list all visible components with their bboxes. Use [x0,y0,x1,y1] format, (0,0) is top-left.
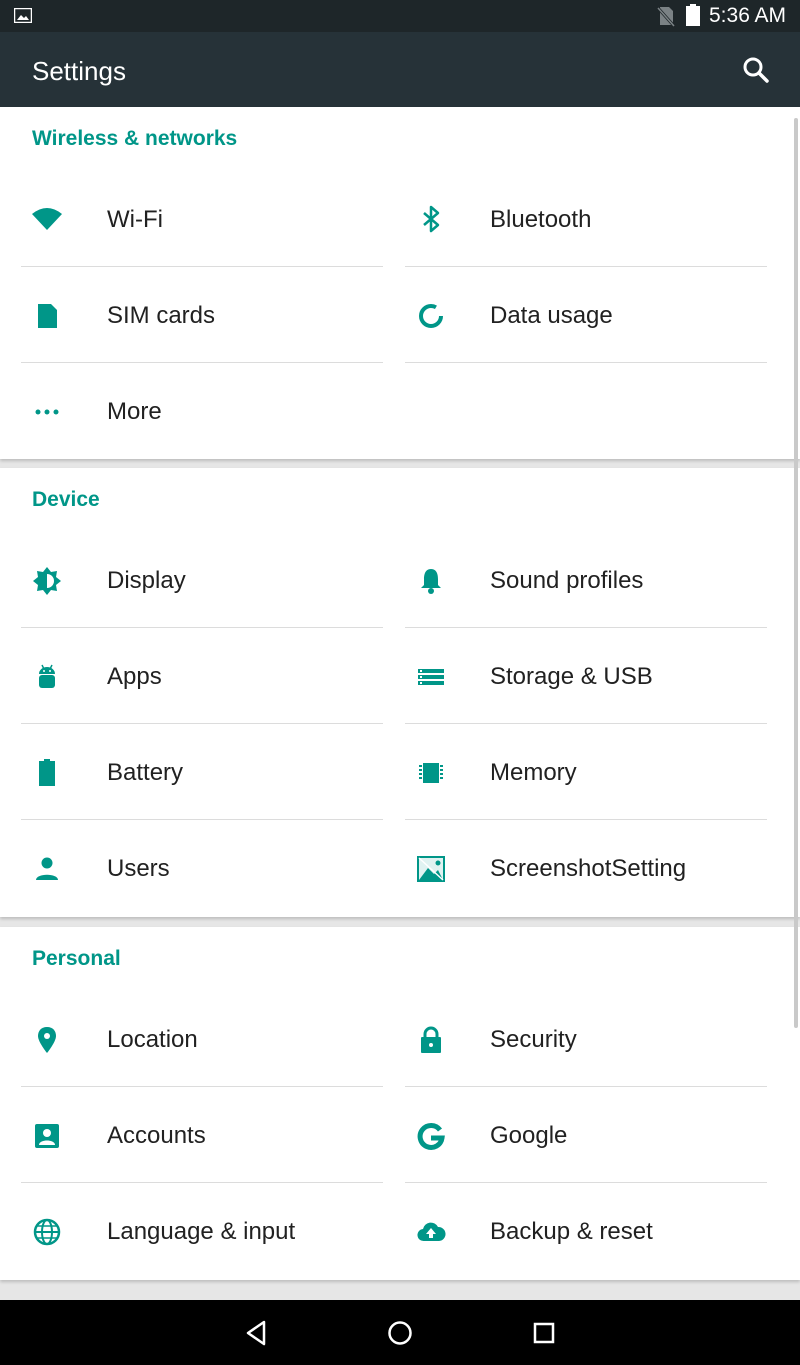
settings-screen: 5:36 AM Settings Wireless & networks Wi-… [0,0,800,1365]
battery-icon [39,759,55,786]
google-g-icon [417,1122,445,1150]
bell-icon [421,569,441,594]
bluetooth-icon [423,205,440,233]
setting-security[interactable]: Security [384,991,768,1087]
section-title: Wireless & networks [32,127,238,150]
setting-label: Security [490,1026,577,1053]
app-toolbar: Settings [0,32,800,107]
section-title: Personal [32,947,121,970]
storage-icon [418,669,444,685]
setting-memory[interactable]: Memory [384,724,768,820]
scrollbar[interactable] [794,118,798,1028]
setting-label: Backup & reset [490,1218,653,1245]
setting-google[interactable]: Google [384,1087,768,1183]
setting-language-input[interactable]: Language & input [0,1183,384,1279]
setting-label: Wi-Fi [107,206,163,233]
setting-screenshot[interactable]: ScreenshotSetting [384,820,768,916]
setting-label: Language & input [107,1218,296,1245]
android-icon [39,664,55,688]
lock-icon [421,1026,441,1053]
setting-label: SIM cards [107,302,216,329]
setting-apps[interactable]: Apps [0,628,384,724]
globe-icon [33,1218,61,1246]
section-title: Device [32,488,100,511]
sim-card-icon [38,304,57,328]
clock: 5:36 AM [709,4,787,27]
setting-label: Battery [107,759,184,786]
recents-icon[interactable] [529,1318,559,1348]
setting-more[interactable]: More [0,363,384,459]
setting-backup-reset[interactable]: Backup & reset [384,1183,768,1279]
setting-label: Memory [490,759,577,786]
setting-accounts[interactable]: Accounts [0,1087,384,1183]
setting-label: Storage & USB [490,663,653,690]
setting-label: Users [107,855,170,882]
screenshot-icon [417,856,445,882]
battery-icon [686,4,700,26]
section-wireless-networks: Wireless & networks Wi-Fi Bluetooth SIM … [0,107,800,459]
more-dots-icon [35,409,59,415]
setting-users[interactable]: Users [0,820,384,916]
setting-display[interactable]: Display [0,532,384,628]
memory-chip-icon [419,763,443,783]
setting-label: ScreenshotSetting [490,855,687,882]
setting-sound-profiles[interactable]: Sound profiles [384,532,768,628]
section-personal: Personal Location Security Accounts Goog… [0,927,800,1280]
home-icon[interactable] [385,1318,415,1348]
setting-label: Display [107,567,186,594]
navigation-bar [0,1300,800,1365]
divider [405,362,767,363]
setting-label: Google [490,1122,568,1149]
setting-label: Bluetooth [490,206,592,233]
wifi-icon [32,208,62,230]
search-icon[interactable] [740,54,772,86]
setting-label: More [107,398,162,425]
setting-label: Sound profiles [490,567,644,594]
section-device: Device Display Sound profiles Apps Stora… [0,468,800,917]
setting-sim-cards[interactable]: SIM cards [0,267,384,363]
page-title: Settings [32,56,126,86]
account-box-icon [35,1124,59,1148]
no-sim-icon [656,7,676,27]
setting-wifi[interactable]: Wi-Fi [0,171,384,267]
setting-label: Accounts [107,1122,206,1149]
setting-storage-usb[interactable]: Storage & USB [384,628,768,724]
setting-battery[interactable]: Battery [0,724,384,820]
setting-label: Location [107,1026,198,1053]
setting-location[interactable]: Location [0,991,384,1087]
status-bar: 5:36 AM [0,0,800,32]
setting-data-usage[interactable]: Data usage [384,267,768,363]
setting-label: Apps [107,663,162,690]
location-pin-icon [38,1027,56,1053]
cloud-upload-icon [417,1222,446,1242]
brightness-icon [33,567,61,595]
person-icon [36,857,58,880]
setting-label: Data usage [490,302,613,329]
data-usage-icon [419,304,443,328]
gallery-icon [14,8,32,23]
setting-bluetooth[interactable]: Bluetooth [384,171,768,267]
back-icon[interactable] [242,1318,272,1348]
